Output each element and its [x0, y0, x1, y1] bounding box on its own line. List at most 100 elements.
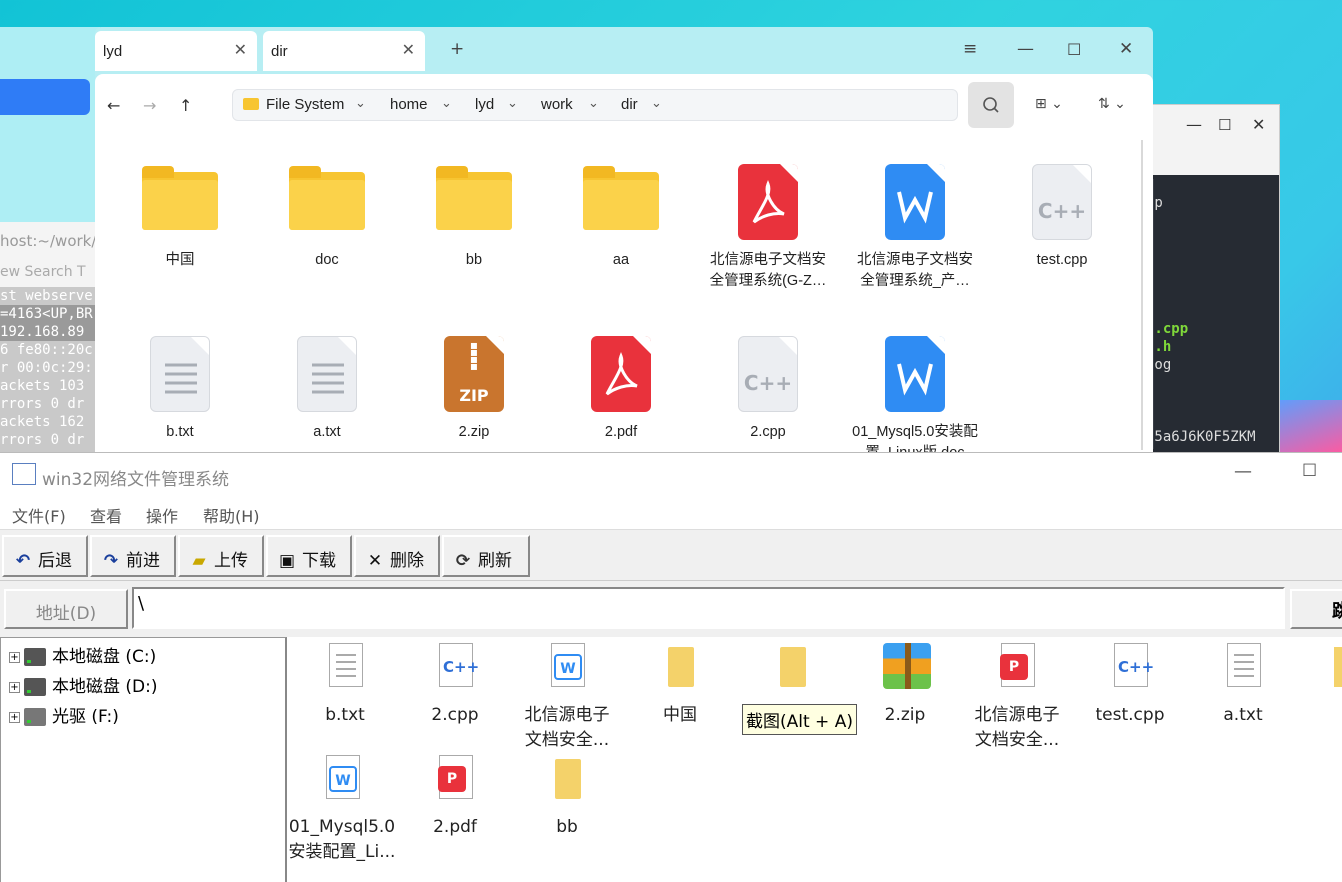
download-button[interactable]: ▣ 下载	[266, 535, 352, 577]
breadcrumb-item[interactable]: work	[541, 96, 573, 113]
cpp-file-icon: C++	[728, 332, 808, 414]
menu-file[interactable]: 文件(F)	[12, 503, 66, 527]
delete-icon: ✕	[367, 551, 383, 571]
address-input[interactable]: \	[132, 587, 1285, 629]
chevron-down-icon[interactable]: ⌄	[651, 96, 662, 111]
tab-lyd[interactable]: lyd ✕	[95, 31, 257, 71]
back-arrow-icon[interactable]: ←	[107, 96, 120, 115]
upload-button[interactable]: ▰ 上传	[178, 535, 264, 577]
new-tab-icon[interactable]: +	[450, 39, 464, 59]
background-terminal-right[interactable]: — ☐ ✕ op r.cpp r.h .og v5a6J6K0F5ZKM	[1145, 104, 1280, 454]
sort-icon[interactable]: ⇅ ⌄	[1098, 96, 1126, 112]
file-item[interactable]: 北信源电子文档安全管理系统_产…	[850, 160, 980, 292]
terminal-line: st webserve	[0, 288, 93, 304]
go-button[interactable]: 跳	[1290, 589, 1342, 629]
file-item[interactable]: 中国	[115, 160, 245, 292]
terminal-line: ackets 162	[0, 414, 85, 430]
file-item[interactable]: a.txt	[262, 332, 392, 464]
terminal-line: ackets 103	[0, 378, 85, 394]
list-item[interactable]: bb	[511, 755, 623, 840]
expand-icon[interactable]: +	[9, 711, 20, 723]
list-item[interactable]: P 2.pdf	[399, 755, 511, 840]
address-button[interactable]: 地址(D)	[4, 589, 128, 629]
minimize-icon[interactable]: —	[1017, 39, 1034, 59]
list-item[interactable]	[736, 643, 848, 703]
button-label: 前进	[126, 551, 160, 571]
background-blue-button[interactable]	[0, 79, 90, 115]
word-file-icon	[875, 332, 955, 414]
menu-view[interactable]: 查看	[90, 503, 122, 527]
open-folder-icon: ▰	[192, 551, 206, 571]
search-button[interactable]	[968, 82, 1014, 128]
grid-view-icon[interactable]: ⊞ ⌄	[1035, 96, 1063, 112]
forward-button[interactable]: ↷ 前进	[90, 535, 176, 577]
list-item[interactable]: W 北信源电子 文档安全...	[511, 643, 623, 753]
breadcrumb-item[interactable]: home	[390, 96, 428, 113]
maximize-icon[interactable]: ☐	[1218, 116, 1231, 134]
tab-close-icon[interactable]: ✕	[402, 40, 415, 59]
file-item[interactable]: aa	[556, 160, 686, 292]
file-item[interactable]: b.txt	[115, 332, 245, 464]
back-button[interactable]: ↶ 后退	[2, 535, 88, 577]
file-name: 2.cpp	[431, 705, 479, 725]
file-item[interactable]: ▪ ▪ ▪ ▪ ZIP 2.zip	[409, 332, 539, 464]
file-item[interactable]: bb	[409, 160, 539, 292]
tab-label: dir	[271, 43, 288, 60]
pdf-file-icon	[581, 332, 661, 414]
menu-help[interactable]: 帮助(H)	[203, 503, 260, 527]
list-item[interactable]: C++ 2.cpp	[399, 643, 511, 728]
vertical-scrollbar[interactable]	[1141, 140, 1143, 450]
breadcrumb-item[interactable]: lyd	[475, 96, 494, 113]
chevron-down-icon[interactable]: ⌄	[507, 96, 518, 111]
close-icon[interactable]: ✕	[1252, 115, 1265, 134]
cpp-file-icon: C++	[1022, 160, 1102, 242]
file-manager-content: ← → ↑ File System ⌄ home ⌄ lyd ⌄ work ⌄ …	[95, 74, 1153, 461]
file-name: 2.pdf	[433, 817, 477, 837]
list-item[interactable]: P 北信源电子 文档安全...	[961, 643, 1073, 753]
close-icon[interactable]: ✕	[1119, 39, 1133, 59]
breadcrumb-item[interactable]: File System	[266, 96, 344, 113]
maximize-icon[interactable]: ☐	[1302, 461, 1317, 481]
maximize-icon[interactable]: ☐	[1067, 40, 1081, 59]
list-item[interactable]: W 01_Mysql5.0 安装配置_Li...	[286, 755, 398, 865]
tree-item-d[interactable]: + 本地磁盘 (D:)	[9, 672, 158, 697]
file-item[interactable]: C++ test.cpp	[997, 160, 1127, 292]
expand-icon[interactable]: +	[9, 651, 20, 663]
file-item[interactable]: doc	[262, 160, 392, 292]
list-item[interactable]: 中国	[624, 643, 736, 728]
breadcrumb[interactable]: File System ⌄ home ⌄ lyd ⌄ work ⌄ dir ⌄	[232, 89, 958, 121]
list-item[interactable]: a.txt	[1187, 643, 1299, 728]
minimize-icon[interactable]: —	[1234, 461, 1252, 482]
file-item[interactable]: 01_Mysql5.0安装配置_Linux版.doc	[850, 332, 980, 464]
tree-item-c[interactable]: + 本地磁盘 (C:)	[9, 642, 156, 667]
tree-item-f[interactable]: + 光驱 (F:)	[9, 702, 119, 727]
word-file-icon: W	[545, 643, 589, 695]
refresh-button[interactable]: ⟳ 刷新	[442, 535, 530, 577]
text-file-icon	[287, 332, 367, 414]
tab-dir[interactable]: dir ✕	[263, 31, 425, 71]
file-item[interactable]: 2.pdf	[556, 332, 686, 464]
expand-icon[interactable]: +	[9, 681, 20, 693]
button-label: 刷新	[478, 551, 512, 571]
background-terminal[interactable]: host:~/work/w ew Search T st webserve =4…	[0, 222, 100, 457]
delete-button[interactable]: ✕ 删除	[354, 535, 440, 577]
tab-close-icon[interactable]: ✕	[234, 40, 247, 59]
redo-icon: ↷	[103, 551, 119, 571]
up-arrow-icon[interactable]: ↑	[179, 96, 192, 115]
menu-icon[interactable]: ≡	[963, 39, 977, 59]
breadcrumb-item[interactable]: dir	[621, 96, 638, 113]
chevron-down-icon[interactable]: ⌄	[588, 96, 599, 111]
chevron-down-icon[interactable]: ⌄	[441, 96, 452, 111]
file-item[interactable]: C++ 2.cpp	[703, 332, 833, 464]
terminal-title: host:~/work/w	[0, 232, 100, 250]
minimize-icon[interactable]: —	[1186, 115, 1202, 134]
text-file-icon	[140, 332, 220, 414]
forward-arrow-icon[interactable]: →	[143, 96, 156, 115]
chevron-down-icon[interactable]: ⌄	[355, 96, 366, 111]
file-item[interactable]: 北信源电子文档安全管理系统(G-Z…	[703, 160, 833, 292]
list-item[interactable]: C++ test.cpp	[1074, 643, 1186, 728]
list-item[interactable]: 2.zip	[849, 643, 961, 728]
list-item[interactable]: b.txt	[289, 643, 401, 728]
terminal-line: 6 fe80::20c	[0, 342, 93, 358]
menu-operation[interactable]: 操作	[146, 503, 178, 527]
